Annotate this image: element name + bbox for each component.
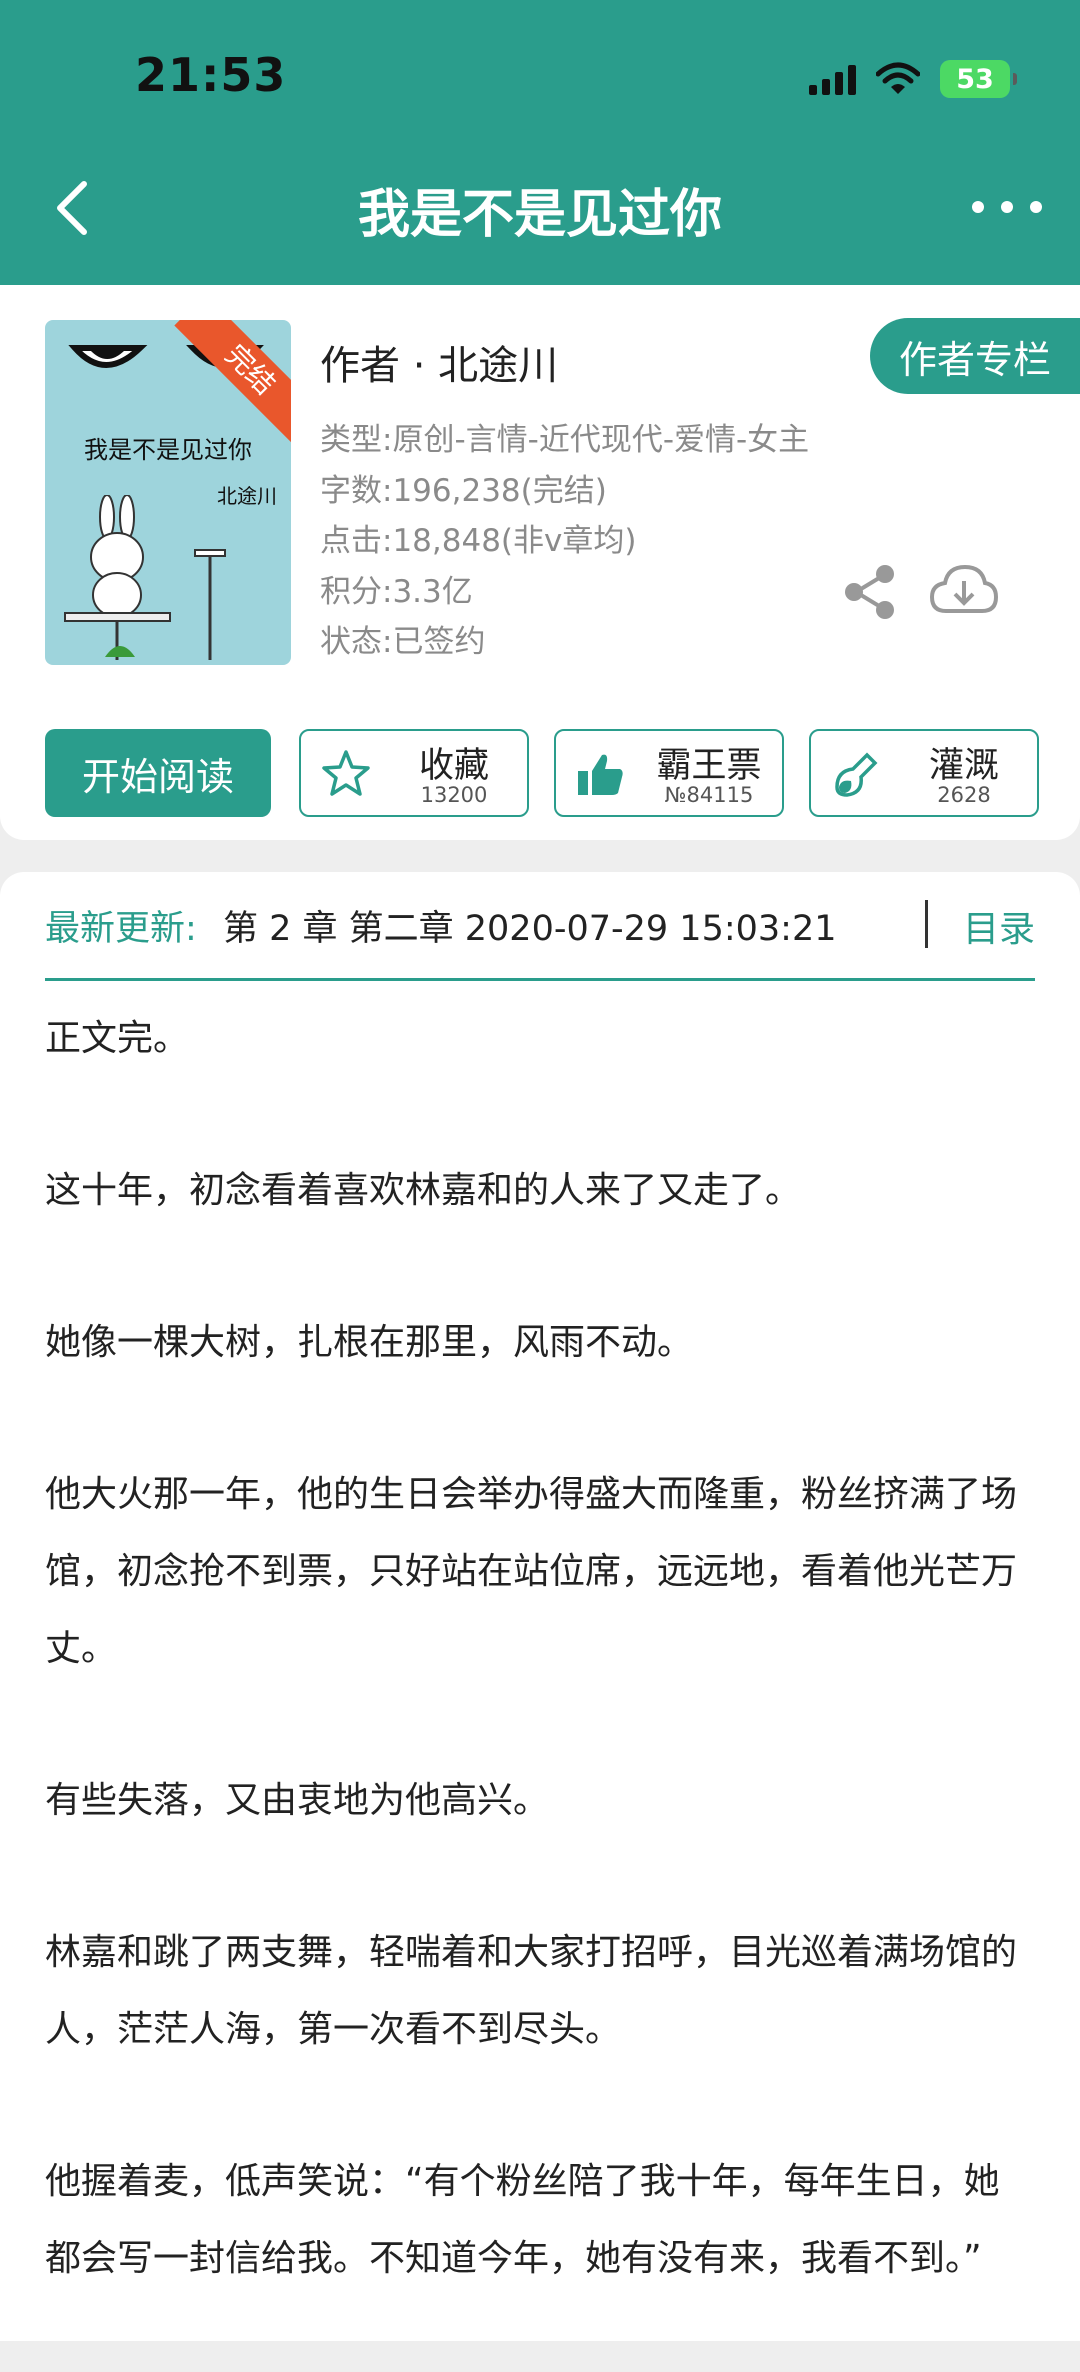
nutrient-button[interactable]: 灌溉 2628 — [809, 729, 1039, 817]
start-reading-button[interactable]: 开始阅读 — [45, 729, 271, 817]
star-icon — [322, 750, 370, 796]
author-column-button[interactable]: 作者专栏 — [870, 318, 1080, 394]
table-of-contents-link[interactable]: 目录 — [963, 900, 1035, 952]
meta-status: 状态:已签约 — [320, 624, 486, 660]
nutrient-count: 2628 — [937, 783, 991, 807]
latest-update-label: 最新更新: — [45, 909, 197, 949]
latest-update-row: 最新更新: 第 2 章 第二章 2020-07-29 15:03:21 目录 — [45, 872, 1035, 981]
favorite-label: 收藏 — [418, 746, 489, 786]
wifi-icon — [876, 62, 920, 94]
favorite-button[interactable]: 收藏 13200 — [299, 729, 529, 817]
battery-level: 53 — [956, 63, 994, 95]
latest-update-chapter[interactable]: 第 2 章 第二章 2020-07-29 15:03:21 — [223, 900, 837, 951]
signal-icon — [809, 63, 856, 95]
paragraph: 正文完。 — [45, 1018, 190, 1059]
vote-count: №84115 — [664, 783, 754, 807]
paragraph: 她像一棵大树，扎根在那里，风雨不动。 — [45, 1322, 694, 1363]
vote-label: 霸王票 — [656, 746, 762, 786]
action-bar: 开始阅读 收藏 13200 霸王票 №84115 灌溉 2628 — [45, 729, 1039, 817]
book-cover[interactable]: 我是不是见过你 北途川 完结 — [45, 320, 291, 665]
download-icon[interactable] — [928, 563, 1000, 619]
paragraph: 林嘉和跳了两支舞，轻喘着和大家打招呼，目光巡着满场馆的人，茫茫人海，第一次看不到… — [45, 1932, 1018, 2050]
top-bar: 21:53 53 我是不是见过你 — [0, 0, 1080, 285]
paragraph: 他大火那一年，他的生日会举办得盛大而隆重，粉丝挤满了场馆，初念抢不到票，只好站在… — [45, 1474, 1018, 1669]
thumbs-up-icon — [578, 754, 623, 795]
cover-rabbit-illustration — [64, 495, 226, 660]
meta-word-count: 字数:196,238(完结) — [320, 472, 607, 509]
paragraph: 有些失落，又由衷地为他高兴。 — [45, 1780, 550, 1821]
vote-button[interactable]: 霸王票 №84115 — [554, 729, 784, 817]
battery-icon: 53 — [940, 60, 1017, 98]
status-icons: 53 — [809, 56, 1017, 102]
flask-icon — [835, 752, 878, 797]
meta-points: 积分:3.3亿 — [320, 573, 473, 610]
divider — [925, 900, 928, 948]
share-icon[interactable] — [842, 563, 898, 621]
meta-genre: 类型:原创-言情-近代现代-爱情-女主 — [320, 422, 810, 458]
book-info-card: 我是不是见过你 北途川 完结 作者 · 北途川 作者专栏 类型:原创-言情-近代… — [0, 285, 1080, 840]
chapter-content-panel: 最新更新: 第 2 章 第二章 2020-07-29 15:03:21 目录 正… — [0, 872, 1080, 2341]
meta-clicks: 点击:18,848(非v章均) — [320, 523, 637, 559]
chapter-text: 正文完。 这十年，初念看着喜欢林嘉和的人来了又走了。 她像一棵大树，扎根在那里，… — [45, 1000, 1035, 2372]
author-name[interactable]: 作者 · 北途川 — [320, 333, 558, 391]
paragraph: 他握着麦，低声笑说：“有个粉丝陪了我十年，每年生日，她都会写一封信给我。不知道今… — [45, 2161, 1000, 2279]
nutrient-label: 灌溉 — [928, 746, 999, 786]
book-meta: 类型:原创-言情-近代现代-爱情-女主 字数:196,238(完结) 点击:18… — [320, 415, 809, 668]
cover-title: 我是不是见过你 — [84, 436, 252, 464]
page-title: 我是不是见过你 — [357, 185, 722, 245]
paragraph: 这十年，初念看着喜欢林嘉和的人来了又走了。 — [45, 1170, 802, 1211]
more-icon[interactable] — [972, 184, 1042, 230]
favorite-count: 13200 — [420, 783, 488, 807]
status-time: 21:53 — [135, 48, 287, 102]
